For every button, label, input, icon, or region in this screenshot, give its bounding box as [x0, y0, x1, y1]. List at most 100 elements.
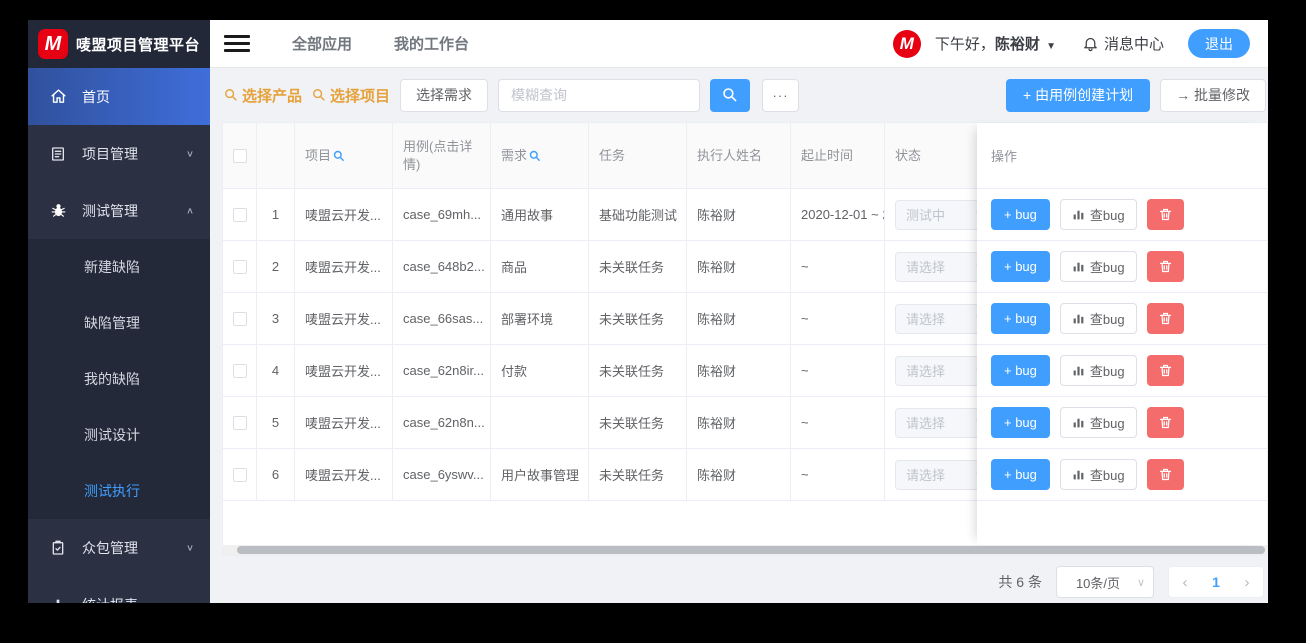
- sidebar-item-crowdsourcing[interactable]: 众包管理 ∨: [28, 519, 210, 576]
- search-icon: [723, 88, 737, 102]
- view-bug-button[interactable]: 查bug: [1059, 407, 1137, 438]
- test-execution-table: 项目 用例(点击详情) 需求 任务 执行人姓名 起止时间 状态 1 唛盟云开发.…: [222, 122, 1268, 556]
- cell-usecase[interactable]: case_62n8n...: [393, 397, 491, 448]
- select-product-link[interactable]: 选择产品: [224, 85, 302, 106]
- cell-project: 唛盟云开发...: [295, 241, 393, 292]
- add-bug-button[interactable]: + bug: [991, 251, 1050, 282]
- row-checkbox[interactable]: [232, 259, 247, 274]
- cell-task: 未关联任务: [589, 345, 687, 396]
- trash-icon: [1159, 364, 1171, 377]
- cell-requirement: 通用故事: [491, 189, 589, 240]
- cell-usecase[interactable]: case_62n8ir...: [393, 345, 491, 396]
- view-bug-button[interactable]: 查bug: [1059, 199, 1137, 230]
- horizontal-scrollbar-thumb[interactable]: [237, 546, 1265, 554]
- delete-button[interactable]: [1146, 303, 1184, 334]
- index-header: [257, 123, 295, 188]
- trash-icon: [1159, 312, 1171, 325]
- select-all-checkbox[interactable]: [232, 148, 247, 163]
- cell-usecase[interactable]: case_66sas...: [393, 293, 491, 344]
- sidebar-subitem-defect-mgmt[interactable]: 缺陷管理: [28, 295, 210, 351]
- sidebar-item-testing[interactable]: 测试管理 ∧: [28, 182, 210, 239]
- cell-project: 唛盟云开发...: [295, 449, 393, 500]
- add-bug-button[interactable]: + bug: [991, 355, 1050, 386]
- delete-button[interactable]: [1146, 407, 1184, 438]
- nav-all-apps[interactable]: 全部应用: [292, 33, 352, 54]
- user-greeting[interactable]: 下午好，陈裕财 ▼: [935, 33, 1056, 54]
- cell-requirement: 部署环境: [491, 293, 589, 344]
- delete-button[interactable]: [1146, 199, 1184, 230]
- cell-usecase[interactable]: case_69mh...: [393, 189, 491, 240]
- more-options-button[interactable]: ···: [762, 78, 800, 112]
- search-icon: [333, 150, 344, 161]
- requirement-header: 需求: [491, 123, 589, 188]
- sidebar-subitem-my-defects[interactable]: 我的缺陷: [28, 351, 210, 407]
- sidebar-subitem-test-execution[interactable]: 测试执行: [28, 463, 210, 519]
- batch-edit-button[interactable]: → 批量修改: [1160, 78, 1266, 112]
- cell-executor: 陈裕财: [687, 449, 791, 500]
- page-number[interactable]: 1: [1201, 574, 1231, 590]
- row-checkbox[interactable]: [232, 415, 247, 430]
- hamburger-menu-icon[interactable]: [224, 31, 250, 56]
- nav-my-workbench[interactable]: 我的工作台: [394, 33, 469, 54]
- delete-button[interactable]: [1146, 355, 1184, 386]
- fuzzy-search-input[interactable]: [498, 78, 701, 112]
- logout-button[interactable]: 退出: [1188, 29, 1250, 58]
- sidebar-item-reports[interactable]: 统计报表: [28, 576, 210, 603]
- logo-m-icon: M: [38, 29, 68, 59]
- bar-chart-icon: [50, 596, 68, 603]
- cell-executor: 陈裕财: [687, 241, 791, 292]
- cell-task: 未关联任务: [589, 293, 687, 344]
- status-header: 状态: [895, 147, 922, 163]
- add-bug-button[interactable]: + bug: [991, 303, 1050, 334]
- cell-usecase[interactable]: case_6yswv...: [393, 449, 491, 500]
- row-checkbox[interactable]: [232, 207, 247, 222]
- create-plan-from-case-button[interactable]: + 由用例创建计划: [1006, 78, 1151, 112]
- prev-page-button[interactable]: ‹: [1169, 574, 1201, 591]
- trash-icon: [1159, 208, 1171, 221]
- cell-dates: ~: [791, 397, 885, 448]
- delete-button[interactable]: [1146, 459, 1184, 490]
- add-bug-button[interactable]: + bug: [991, 407, 1050, 438]
- sidebar-subitem-test-design[interactable]: 测试设计: [28, 407, 210, 463]
- sidebar: M 唛盟项目管理平台 首页 项目管理 ∨ 测试管理 ∧ 新建缺陷 缺陷管理 我的…: [28, 20, 210, 603]
- chevron-down-icon: ∨: [1136, 576, 1145, 589]
- message-center[interactable]: 消息中心: [1082, 33, 1164, 54]
- bar-chart-icon: [1073, 262, 1084, 272]
- row-index: 4: [257, 345, 295, 396]
- next-page-button[interactable]: ›: [1231, 574, 1263, 591]
- bar-chart-icon: [1073, 418, 1084, 428]
- view-bug-button[interactable]: 查bug: [1059, 251, 1137, 282]
- select-project-link[interactable]: 选择项目: [312, 85, 390, 106]
- bar-chart-icon: [1073, 366, 1084, 376]
- sidebar-item-label: 首页: [82, 88, 110, 105]
- bug-icon: [50, 202, 68, 220]
- select-requirement-button[interactable]: 选择需求: [400, 78, 489, 112]
- cell-usecase[interactable]: case_648b2...: [393, 241, 491, 292]
- row-checkbox[interactable]: [232, 311, 247, 326]
- view-bug-button[interactable]: 查bug: [1059, 459, 1137, 490]
- add-bug-button[interactable]: + bug: [991, 199, 1050, 230]
- row-checkbox[interactable]: [232, 363, 247, 378]
- actions-row: + bug 查bug: [977, 397, 1267, 449]
- search-button[interactable]: [710, 78, 751, 112]
- cell-dates: ~: [791, 241, 885, 292]
- cell-requirement: [491, 397, 589, 448]
- toolbar: 选择产品 选择项目 选择需求 ··· + 由用例创建计划 → 批量修改: [210, 68, 1268, 122]
- view-bug-button[interactable]: 查bug: [1059, 303, 1137, 334]
- sidebar-item-home[interactable]: 首页: [28, 68, 210, 125]
- bar-chart-icon: [1073, 210, 1084, 220]
- trash-icon: [1159, 260, 1171, 273]
- sidebar-subitem-new-defect[interactable]: 新建缺陷: [28, 239, 210, 295]
- add-bug-button[interactable]: + bug: [991, 459, 1050, 490]
- page-size-select[interactable]: 10条/页 ∨: [1056, 566, 1154, 598]
- sidebar-item-projects[interactable]: 项目管理 ∨: [28, 125, 210, 182]
- view-bug-button[interactable]: 查bug: [1059, 355, 1137, 386]
- user-avatar[interactable]: M: [892, 29, 921, 58]
- task-header: 任务: [589, 123, 687, 188]
- cell-requirement: 商品: [491, 241, 589, 292]
- row-index: 1: [257, 189, 295, 240]
- row-checkbox[interactable]: [232, 467, 247, 482]
- project-header: 项目: [295, 123, 393, 188]
- delete-button[interactable]: [1146, 251, 1184, 282]
- actions-row: + bug 查bug: [977, 189, 1267, 241]
